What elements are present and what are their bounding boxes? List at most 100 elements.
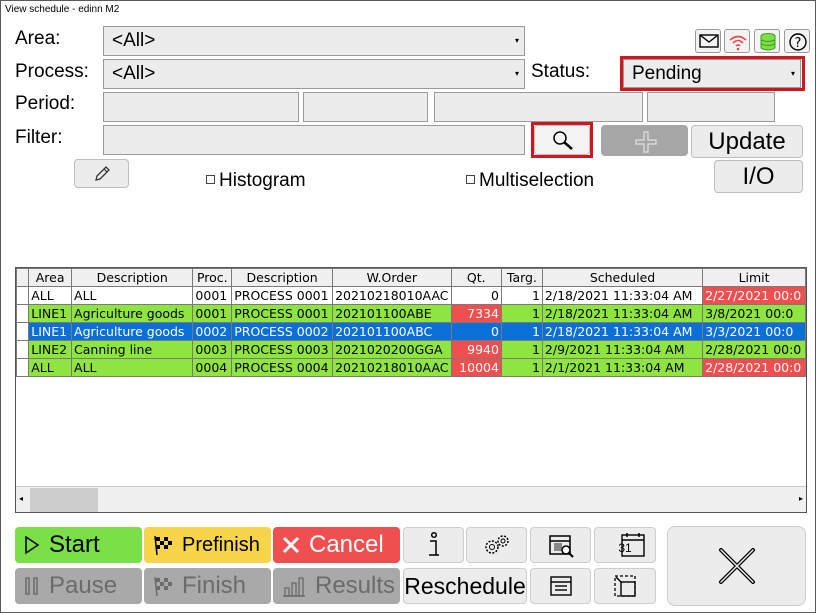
pause-button[interactable]: Pause: [15, 568, 142, 604]
close-button[interactable]: [667, 526, 806, 606]
info-button[interactable]: [403, 527, 464, 563]
table-cell[interactable]: 1: [500, 340, 543, 359]
period-end-date[interactable]: [434, 92, 643, 122]
table-cell[interactable]: Agriculture goods: [71, 304, 194, 323]
table-cell[interactable]: 2/27/2021 00:0: [702, 286, 806, 305]
table-cell[interactable]: 10004: [450, 358, 502, 377]
column-header[interactable]: W.Order: [332, 268, 452, 287]
results-button[interactable]: Results: [273, 568, 400, 604]
table-cell[interactable]: 2021020200GGA: [332, 340, 452, 359]
column-header[interactable]: Description: [71, 268, 194, 287]
table-cell[interactable]: LINE2: [28, 340, 73, 359]
column-header[interactable]: Scheduled: [541, 268, 704, 287]
table-cell[interactable]: 2/28/2021 00:0: [702, 340, 806, 359]
table-cell[interactable]: 1: [500, 286, 543, 305]
calendar-button[interactable]: 31: [594, 527, 656, 563]
table-cell[interactable]: PROCESS 0001: [231, 304, 334, 323]
table-cell[interactable]: 2/18/2021 11:33:04 AM: [541, 286, 704, 305]
database-icon[interactable]: [754, 29, 780, 53]
table-cell[interactable]: 1: [500, 322, 543, 341]
area-select[interactable]: <All> ▾: [103, 26, 525, 56]
table-cell[interactable]: 0001: [192, 304, 233, 323]
table-cell[interactable]: 0: [450, 322, 502, 341]
table-cell[interactable]: 2/28/2021 00:0: [702, 358, 806, 377]
row-header[interactable]: [16, 304, 30, 323]
column-header[interactable]: Area: [28, 268, 73, 287]
table-cell[interactable]: 2/1/2021 11:33:04 AM: [541, 358, 704, 377]
scroll-left-icon[interactable]: ◂: [19, 494, 23, 503]
prefinish-button[interactable]: Prefinish: [144, 527, 271, 563]
period-start-date[interactable]: [103, 92, 299, 122]
update-button[interactable]: Update: [691, 125, 803, 158]
table-cell[interactable]: ALL: [28, 286, 73, 305]
multiselection-checkbox[interactable]: Multiselection: [466, 170, 594, 192]
schedule-table[interactable]: Area Description Proc. Description W.Ord…: [15, 267, 807, 513]
histogram-checkbox[interactable]: Histogram: [206, 170, 306, 192]
finish-button[interactable]: Finish: [144, 568, 271, 604]
column-header[interactable]: Proc.: [192, 268, 233, 287]
filter-input[interactable]: [103, 125, 525, 155]
table-cell[interactable]: ALL: [71, 358, 194, 377]
help-icon[interactable]: ?: [784, 29, 810, 53]
table-cell[interactable]: 0003: [192, 340, 233, 359]
table-cell[interactable]: 9940: [450, 340, 502, 359]
table-cell[interactable]: LINE1: [28, 304, 73, 323]
expand-button[interactable]: [594, 568, 656, 604]
table-cell[interactable]: 3/8/2021 00:0: [702, 304, 806, 323]
table-cell[interactable]: PROCESS 0001: [231, 286, 334, 305]
start-button[interactable]: Start: [15, 527, 142, 563]
column-header[interactable]: Targ.: [500, 268, 543, 287]
table-row[interactable]: LINE2 Canning line 0003 PROCESS 0003 2021020…: [16, 340, 806, 359]
table-cell[interactable]: ALL: [28, 358, 73, 377]
period-start-time[interactable]: [303, 92, 428, 122]
table-cell[interactable]: 20210218010AAC: [332, 286, 452, 305]
table-cell[interactable]: 0004: [192, 358, 233, 377]
table-cell[interactable]: 20210218010AAC: [332, 358, 452, 377]
table-cell[interactable]: PROCESS 0004: [231, 358, 334, 377]
wifi-icon[interactable]: [724, 29, 750, 53]
io-button[interactable]: I/O: [714, 160, 803, 193]
table-row[interactable]: ALL ALL 0001 PROCESS 0001 20210218010AAC 0 1 2/…: [16, 286, 806, 305]
table-cell[interactable]: 1: [500, 358, 543, 377]
table-cell[interactable]: ALL: [71, 286, 194, 305]
column-header[interactable]: Limit: [702, 268, 806, 287]
table-cell[interactable]: 202101100ABE: [332, 304, 452, 323]
row-header[interactable]: [16, 322, 30, 341]
row-header[interactable]: [16, 340, 30, 359]
table-cell[interactable]: PROCESS 0003: [231, 340, 334, 359]
column-header[interactable]: Description: [231, 268, 334, 287]
column-header[interactable]: Qt.: [450, 268, 502, 287]
table-cell[interactable]: 0: [450, 286, 502, 305]
table-cell[interactable]: 0001: [192, 286, 233, 305]
row-header[interactable]: [16, 286, 30, 305]
table-cell[interactable]: 3/3/2021 00:0: [702, 322, 806, 341]
table-cell[interactable]: 2/9/2021 11:33:04 AM: [541, 340, 704, 359]
table-cell[interactable]: 1: [500, 304, 543, 323]
table-cell[interactable]: Agriculture goods: [71, 322, 194, 341]
add-button[interactable]: [601, 125, 688, 156]
scroll-thumb[interactable]: [30, 488, 98, 512]
row-header[interactable]: [16, 358, 30, 377]
settings-button[interactable]: [466, 527, 527, 563]
table-row[interactable]: LINE1 Agriculture goods 0001 PROCESS 0001 20…: [16, 304, 806, 323]
horizontal-scrollbar[interactable]: ◂ ▸: [16, 486, 806, 512]
table-cell[interactable]: 2/18/2021 11:33:04 AM: [541, 304, 704, 323]
edit-button[interactable]: [74, 159, 129, 188]
table-cell[interactable]: 7334: [450, 304, 502, 323]
calendar-view-button[interactable]: [530, 527, 591, 563]
table-cell[interactable]: 0002: [192, 322, 233, 341]
table-row[interactable]: ALL ALL 0004 PROCESS 0004 20210218010AAC 1000…: [16, 358, 806, 377]
table-cell[interactable]: 202101100ABC: [332, 322, 452, 341]
table-row[interactable]: LINE1 Agriculture goods 0002 PROCESS 0002 20…: [16, 322, 806, 341]
mail-icon[interactable]: [695, 29, 721, 53]
table-cell[interactable]: 2/18/2021 11:33:04 AM: [541, 322, 704, 341]
table-cell[interactable]: PROCESS 0002: [231, 322, 334, 341]
scroll-right-icon[interactable]: ▸: [799, 494, 803, 503]
table-cell[interactable]: LINE1: [28, 322, 73, 341]
list-view-button[interactable]: [530, 568, 591, 604]
process-select[interactable]: <All> ▾: [103, 59, 525, 89]
cancel-button[interactable]: Cancel: [273, 527, 400, 563]
period-end-time[interactable]: [647, 92, 775, 122]
reschedule-button[interactable]: Reschedule: [403, 568, 527, 604]
table-cell[interactable]: Canning line: [71, 340, 194, 359]
